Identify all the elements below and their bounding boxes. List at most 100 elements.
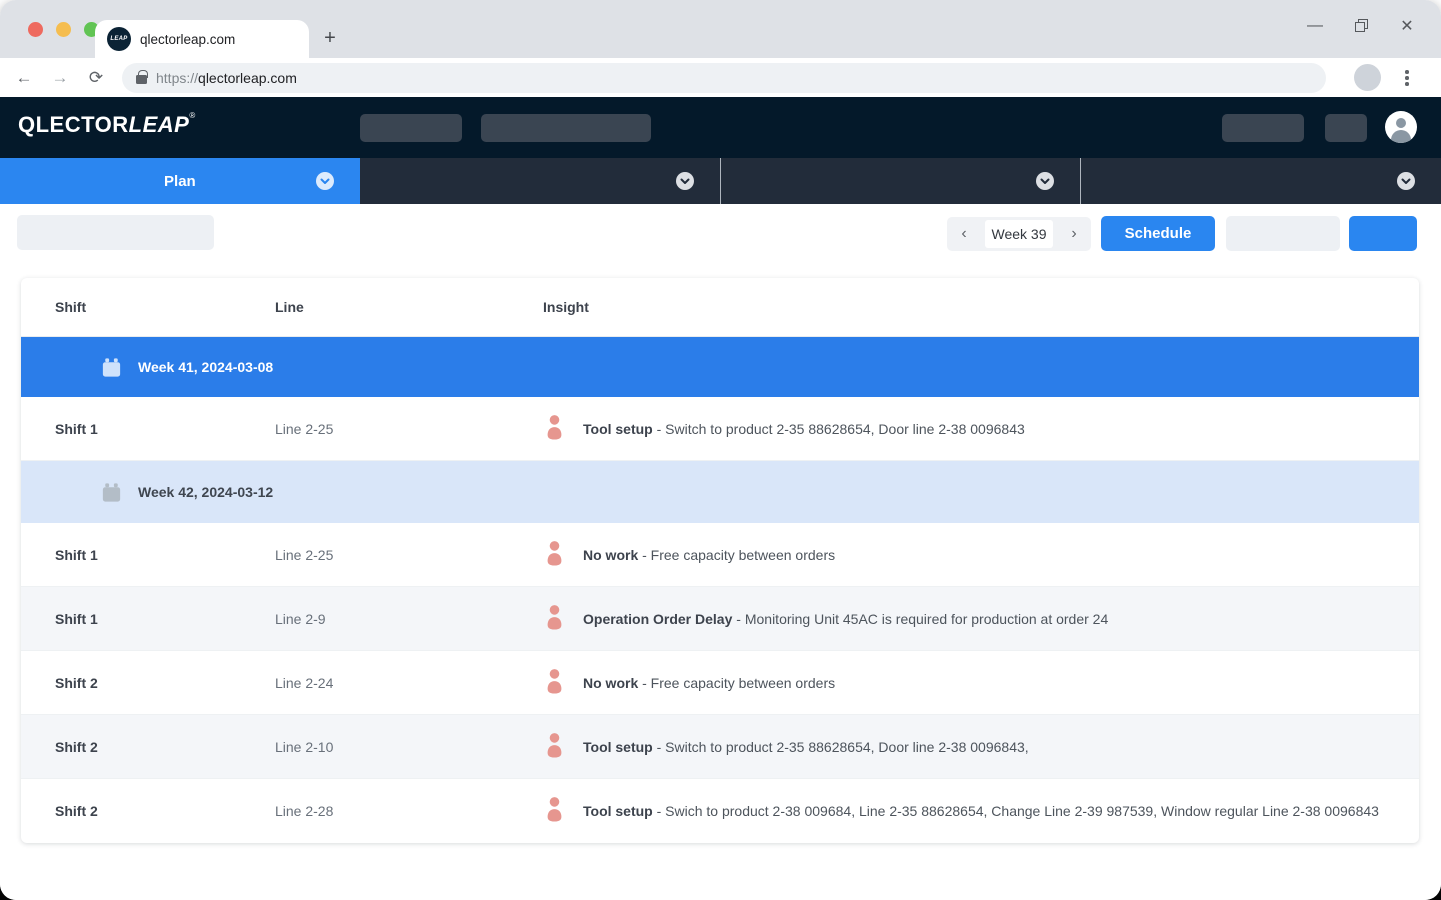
shift-cell: Shift 1	[55, 420, 98, 437]
forward-icon[interactable]: →	[48, 66, 72, 90]
chevron-down-icon[interactable]	[1036, 172, 1055, 190]
line-cell: Line 2-28	[275, 803, 334, 819]
insight-text: Tool setup - Switch to product 2-35 8862…	[583, 421, 1025, 437]
insight-title: Tool setup	[583, 803, 653, 819]
logo-primary: QLECTOR	[18, 112, 129, 137]
nav-tab-2[interactable]	[359, 158, 720, 204]
insight-title: Operation Order Delay	[583, 610, 733, 627]
table-row[interactable]: Shift 1 Line 2-25 Tool setup - Switch to…	[21, 397, 1419, 461]
insight-cell: Tool setup - Switch to product 2-35 8862…	[543, 732, 1419, 762]
browser-toolbar: ← → ⟳ https://qlectorleap.com	[0, 58, 1441, 97]
person-icon	[1396, 118, 1406, 128]
app-header: QLECTORLEAP®	[0, 97, 1441, 158]
next-week-button[interactable]: ›	[1063, 223, 1085, 245]
shift-cell: Shift 2	[55, 674, 98, 691]
window-controls: — ✕	[1305, 16, 1417, 36]
person-icon	[543, 796, 566, 826]
insight-cell: No work - Free capacity between orders	[543, 540, 1419, 570]
site-favicon-icon: LEAP	[107, 27, 131, 51]
app-logo: QLECTORLEAP®	[18, 111, 196, 138]
header-skeleton-3	[1222, 114, 1304, 142]
url-scheme: https://	[156, 69, 199, 86]
tab-title: qlectorleap.com	[140, 31, 236, 47]
page-content: ‹ Week 39 › Schedule Shift Line Insight …	[0, 204, 1441, 900]
traffic-close-button[interactable]	[28, 22, 43, 37]
chevron-down-icon[interactable]	[1397, 172, 1415, 190]
table-row[interactable]: Shift 2 Line 2-28 Tool setup - Swich to …	[21, 779, 1419, 843]
person-icon	[543, 604, 566, 634]
table-row[interactable]: Shift 1 Line 2-25 No work - Free capacit…	[21, 523, 1419, 587]
url-bar[interactable]: https://qlectorleap.com	[122, 62, 1326, 93]
insight-title: Tool setup	[583, 738, 653, 755]
insight-cell: No work - Free capacity between orders	[543, 668, 1419, 698]
shift-cell: Shift 2	[55, 738, 98, 755]
person-icon	[543, 414, 566, 444]
week-header-row[interactable]: Week 42, 2024-03-12	[21, 461, 1419, 523]
table-row[interactable]: Shift 2 Line 2-10 Tool setup - Switch to…	[21, 715, 1419, 779]
schedule-button[interactable]: Schedule	[1101, 216, 1215, 251]
url-text: https://qlectorleap.com	[156, 70, 297, 86]
calendar-icon	[100, 356, 123, 379]
insight-description: - Free capacity between orders	[638, 546, 836, 563]
column-header-line: Line	[275, 299, 304, 315]
nav-tab-4[interactable]	[1081, 158, 1441, 204]
insight-text: Tool setup - Swich to product 2-38 00968…	[583, 803, 1379, 819]
insight-title: No work	[583, 546, 639, 563]
table-header: Shift Line Insight	[21, 278, 1419, 337]
chevron-down-icon[interactable]	[675, 172, 694, 190]
insights-table: Shift Line Insight Week 41, 2024-03-08 S…	[21, 278, 1419, 843]
line-cell: Line 2-25	[275, 546, 334, 563]
week-stepper: ‹ Week 39 ›	[947, 217, 1091, 251]
insight-title: No work	[583, 674, 639, 691]
logo-secondary: LEAP	[128, 112, 190, 137]
browser-menu-icon[interactable]	[1399, 66, 1415, 90]
header-skeleton-4	[1325, 114, 1367, 142]
line-cell: Line 2-24	[275, 674, 334, 691]
nav-tab-3[interactable]	[719, 158, 1082, 204]
toolbar-skeleton	[17, 215, 214, 250]
insight-title: Tool setup	[583, 420, 653, 437]
shift-cell: Shift 1	[55, 546, 98, 563]
person-icon	[543, 540, 566, 570]
week-header-label: Week 42, 2024-03-12	[138, 484, 274, 500]
calendar-icon	[100, 481, 123, 504]
insight-cell: Tool setup - Switch to product 2-35 8862…	[543, 414, 1419, 444]
traffic-minimize-button[interactable]	[56, 22, 71, 37]
nav-tab-plan[interactable]: Plan	[0, 158, 360, 204]
restore-icon[interactable]	[1351, 16, 1371, 36]
person-icon	[543, 668, 566, 698]
prev-week-button[interactable]: ‹	[953, 223, 975, 245]
column-header-insight: Insight	[543, 299, 589, 315]
minimize-icon[interactable]: —	[1305, 16, 1325, 36]
back-icon[interactable]: ←	[12, 66, 36, 90]
header-skeleton-1	[360, 114, 462, 142]
line-cell: Line 2-10	[275, 738, 334, 755]
week-header-row[interactable]: Week 41, 2024-03-08	[21, 337, 1419, 397]
logo-registered-mark: ®	[189, 111, 196, 120]
person-icon	[543, 732, 566, 762]
main-nav: Plan	[0, 158, 1441, 204]
insight-description: - Switch to product 2-35 88628654, Door …	[652, 738, 1029, 755]
column-header-shift: Shift	[55, 299, 87, 315]
user-avatar[interactable]	[1385, 111, 1417, 143]
nav-tab-plan-label: Plan	[164, 172, 196, 190]
insight-description: - Monitoring Unit 45AC is required for p…	[732, 610, 1109, 627]
traffic-lights	[28, 22, 99, 37]
insight-description: - Free capacity between orders	[638, 674, 836, 691]
insight-description: - Switch to product 2-35 88628654, Door …	[652, 420, 1025, 437]
table-row[interactable]: Shift 2 Line 2-24 No work - Free capacit…	[21, 651, 1419, 715]
week-label: Week 39	[985, 220, 1053, 248]
line-cell: Line 2-25	[275, 420, 334, 437]
insight-text: Tool setup - Switch to product 2-35 8862…	[583, 739, 1029, 755]
table-row[interactable]: Shift 1 Line 2-9 Operation Order Delay -…	[21, 587, 1419, 651]
toolbar-blue-skeleton-button[interactable]	[1349, 216, 1417, 251]
reload-icon[interactable]: ⟳	[84, 66, 108, 90]
chevron-down-icon[interactable]	[315, 172, 334, 190]
new-tab-button[interactable]: +	[318, 26, 342, 50]
insight-cell: Tool setup - Swich to product 2-38 00968…	[543, 796, 1419, 826]
close-icon[interactable]: ✕	[1397, 16, 1417, 36]
shift-cell: Shift 2	[55, 803, 98, 819]
lock-icon	[136, 70, 148, 84]
browser-profile-avatar[interactable]	[1354, 64, 1381, 91]
browser-tab[interactable]: LEAP qlectorleap.com	[95, 20, 309, 58]
